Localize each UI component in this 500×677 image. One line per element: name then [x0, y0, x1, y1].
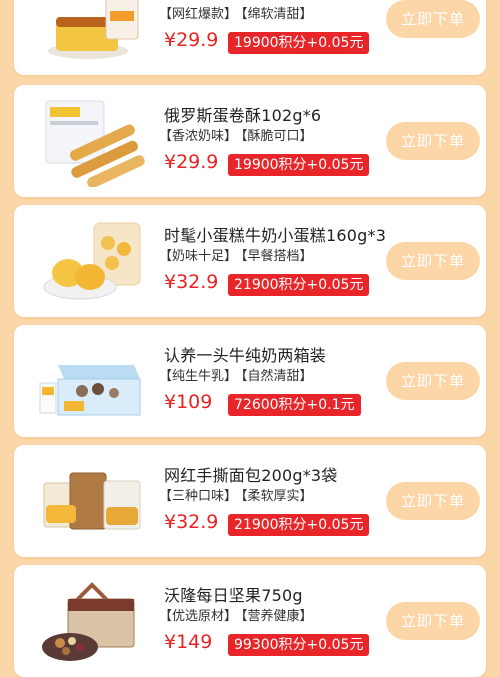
product-tags: 【三种口味】 【柔软厚实】 [159, 485, 317, 504]
product-tag: 【奶味十足】 [159, 249, 238, 264]
buy-now-button[interactable]: 立即下单 [386, 482, 480, 520]
nuts-gift-box-icon [36, 575, 148, 667]
product-tag: 【三种口味】 [159, 489, 238, 504]
product-card[interactable]: 沃隆每日坚果750g 【优选原材】 【营养健康】 ¥149 99300积分+0.0… [14, 565, 486, 677]
buy-now-button[interactable]: 立即下单 [386, 122, 480, 160]
points-badge: 19900积分+0.05元 [228, 32, 370, 54]
points-badge: 21900积分+0.05元 [228, 274, 370, 296]
product-tags: 【网红爆款】 【绵软清甜】 [159, 3, 317, 22]
product-tag: 【营养健康】 [241, 609, 313, 624]
product-price: ¥29.9 [164, 151, 219, 173]
product-tag: 【优选原材】 [159, 609, 238, 624]
mini-cake-icon [36, 215, 148, 307]
product-name: 俄罗斯蛋卷酥102g*6 [164, 106, 322, 125]
product-card[interactable]: 网红手撕面包200g*3袋 【三种口味】 【柔软厚实】 ¥32.9 21900积分… [14, 445, 486, 557]
product-card[interactable]: 【网红爆款】 【绵软清甜】 ¥29.9 19900积分+0.05元 立即下单 [14, 0, 486, 75]
product-tag: 【纯生牛乳】 [159, 369, 238, 384]
product-name: 沃隆每日坚果750g [164, 586, 303, 605]
egg-roll-icon [36, 95, 148, 187]
milk-box-icon [36, 335, 148, 427]
product-tags: 【香浓奶味】 【酥脆可口】 [159, 125, 317, 144]
product-price: ¥29.9 [164, 29, 219, 51]
product-price: ¥32.9 [164, 511, 219, 533]
product-tags: 【纯生牛乳】 【自然清甜】 [159, 365, 317, 384]
bread-bags-icon [36, 455, 148, 547]
product-card[interactable]: 认养一头牛纯奶两箱装 【纯生牛乳】 【自然清甜】 ¥109 72600积分+0.1… [14, 325, 486, 437]
product-price: ¥109 [164, 391, 213, 413]
points-badge: 21900积分+0.05元 [228, 514, 370, 536]
product-tag: 【网红爆款】 [159, 7, 238, 22]
buy-now-button[interactable]: 立即下单 [386, 602, 480, 640]
points-badge: 99300积分+0.05元 [228, 634, 370, 656]
sponge-cake-icon [36, 0, 148, 65]
product-tag: 【自然清甜】 [241, 369, 313, 384]
product-name: 网红手撕面包200g*3袋 [164, 466, 338, 485]
product-name: 时髦小蛋糕牛奶小蛋糕160g*3 [164, 226, 387, 245]
points-badge: 72600积分+0.1元 [228, 394, 361, 416]
buy-now-button[interactable]: 立即下单 [386, 242, 480, 280]
product-price: ¥32.9 [164, 271, 219, 293]
product-price: ¥149 [164, 631, 213, 653]
points-badge: 19900积分+0.05元 [228, 154, 370, 176]
product-tag: 【酥脆可口】 [241, 129, 313, 144]
product-tag: 【绵软清甜】 [241, 7, 313, 22]
product-card[interactable]: 俄罗斯蛋卷酥102g*6 【香浓奶味】 【酥脆可口】 ¥29.9 19900积分+… [14, 85, 486, 197]
buy-now-button[interactable]: 立即下单 [386, 0, 480, 38]
product-tag: 【香浓奶味】 [159, 129, 238, 144]
product-name: 认养一头牛纯奶两箱装 [164, 346, 327, 365]
product-tags: 【奶味十足】 【早餐搭档】 [159, 245, 317, 264]
product-tags: 【优选原材】 【营养健康】 [159, 605, 317, 624]
product-tag: 【早餐搭档】 [241, 249, 313, 264]
product-card[interactable]: 时髦小蛋糕牛奶小蛋糕160g*3 【奶味十足】 【早餐搭档】 ¥32.9 2190… [14, 205, 486, 317]
product-tag: 【柔软厚实】 [241, 489, 313, 504]
buy-now-button[interactable]: 立即下单 [386, 362, 480, 400]
